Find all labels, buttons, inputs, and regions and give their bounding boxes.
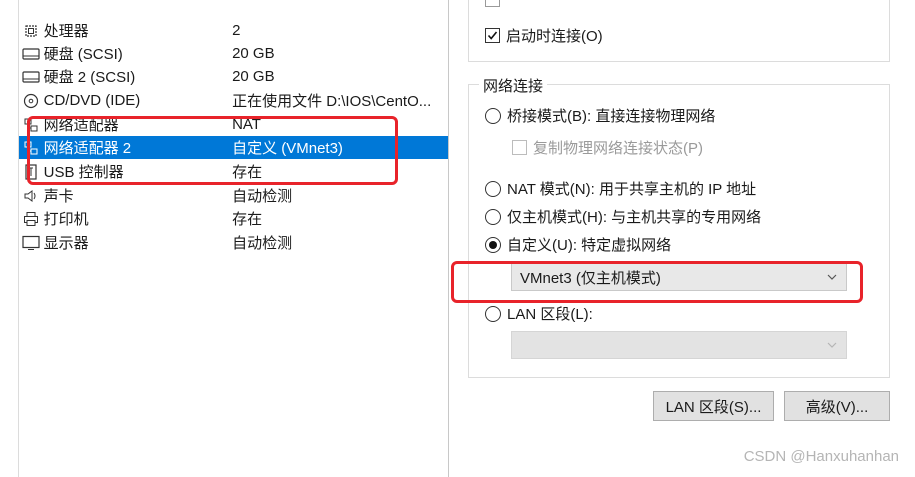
device-summary: 自动检测 — [232, 235, 293, 252]
device-row-display[interactable]: 显示器 自动检测 — [19, 231, 448, 254]
device-list-panel: 处理器 2 硬盘 (SCSI) 20 GB 硬盘 2 (SCSI) 20 GB … — [0, 0, 449, 477]
device-name: 处理器 — [43, 23, 89, 40]
connect-at-power-on-label: 启动时连接(O) — [506, 28, 603, 45]
chevron-down-icon — [827, 342, 837, 348]
bridged-mode-radio[interactable] — [485, 107, 501, 124]
custom-network-option[interactable]: 自定义(U): 特定虚拟网络 — [485, 234, 671, 255]
connect-at-power-on-option[interactable]: 启动时连接(O) — [485, 25, 603, 46]
device-name: 网络适配器 2 — [43, 140, 132, 157]
device-row-cd-dvd[interactable]: CD/DVD (IDE) 正在使用文件 D:\IOS\CentO... — [19, 89, 448, 112]
nat-mode-radio[interactable] — [485, 180, 501, 197]
cpu-icon — [21, 22, 41, 40]
speaker-icon — [21, 187, 41, 205]
device-name: 声卡 — [43, 188, 74, 205]
device-name: 显示器 — [43, 235, 89, 252]
host-only-mode-label: 仅主机模式(H): 与主机共享的专用网络 — [507, 209, 762, 226]
settings-panel: 启动时连接(O) 网络连接 桥接模式(B): 直接连接物理网络 复制物理网络连接… — [450, 0, 915, 477]
device-summary: 自动检测 — [232, 188, 293, 205]
device-summary: 存在 — [232, 211, 263, 228]
lan-segment-label: LAN 区段(L): — [507, 306, 593, 323]
radio-selected-dot — [489, 240, 497, 249]
network-adapter-icon — [21, 139, 41, 157]
hard-disk-icon — [21, 45, 41, 63]
device-name: 硬盘 2 (SCSI) — [43, 69, 136, 86]
device-name: USB 控制器 — [43, 164, 124, 181]
lan-segments-button[interactable]: LAN 区段(S)... — [653, 391, 774, 421]
device-summary: 自定义 (VMnet3) — [232, 140, 343, 157]
chevron-down-icon — [827, 274, 837, 280]
device-row-printer[interactable]: 打印机 存在 — [19, 207, 448, 230]
device-summary: 20 GB — [232, 68, 275, 85]
host-only-mode-option[interactable]: 仅主机模式(H): 与主机共享的专用网络 — [485, 206, 761, 227]
replicate-state-option[interactable]: 复制物理网络连接状态(P) — [512, 137, 703, 158]
advanced-button[interactable]: 高级(V)... — [784, 391, 890, 421]
usb-icon — [21, 163, 41, 181]
connected-checkbox[interactable] — [485, 0, 500, 7]
device-row-hard-disk[interactable]: 硬盘 (SCSI) 20 GB — [19, 42, 448, 65]
checkmark-icon — [487, 31, 498, 40]
bridged-mode-option[interactable]: 桥接模式(B): 直接连接物理网络 — [485, 105, 715, 126]
device-summary: 2 — [232, 22, 241, 39]
device-row-sound-card[interactable]: 声卡 自动检测 — [19, 184, 448, 207]
cd-dvd-icon — [21, 92, 41, 110]
clipped-row — [19, 0, 448, 8]
device-row-network-adapter-2[interactable]: 网络适配器 2 自定义 (VMnet3) — [19, 136, 448, 159]
device-summary: 20 GB — [232, 45, 275, 62]
connect-at-power-on-checkbox[interactable] — [485, 28, 500, 43]
printer-icon — [21, 210, 41, 228]
device-name: 网络适配器 — [43, 117, 119, 134]
host-only-mode-radio[interactable] — [485, 208, 501, 225]
replicate-state-label: 复制物理网络连接状态(P) — [533, 140, 703, 157]
bridged-mode-label: 桥接模式(B): 直接连接物理网络 — [507, 108, 716, 125]
replicate-state-checkbox[interactable] — [512, 140, 527, 155]
network-connection-group: 网络连接 桥接模式(B): 直接连接物理网络 复制物理网络连接状态(P) NAT… — [468, 75, 890, 378]
device-row-hard-disk-2[interactable]: 硬盘 2 (SCSI) 20 GB — [19, 65, 448, 88]
network-adapter-icon — [21, 116, 41, 134]
custom-network-select-value: VMnet3 (仅主机模式) — [520, 269, 661, 287]
device-row-processor[interactable]: 处理器 2 — [19, 19, 448, 42]
device-name: 硬盘 (SCSI) — [43, 46, 123, 63]
network-connection-legend: 网络连接 — [479, 75, 548, 96]
device-summary: NAT — [232, 116, 261, 133]
lan-segment-select[interactable] — [511, 331, 847, 359]
monitor-icon — [21, 234, 41, 252]
device-summary: 正在使用文件 D:\IOS\CentO... — [232, 93, 432, 110]
device-name: 打印机 — [43, 211, 89, 228]
lan-segment-radio[interactable] — [485, 305, 501, 322]
device-status-group: 启动时连接(O) — [468, 0, 890, 62]
hard-disk-icon — [21, 68, 41, 86]
nat-mode-option[interactable]: NAT 模式(N): 用于共享主机的 IP 地址 — [485, 178, 756, 199]
device-row-usb-controller[interactable]: USB 控制器 存在 — [19, 160, 448, 183]
device-name: CD/DVD (IDE) — [43, 92, 141, 109]
custom-network-radio[interactable] — [485, 236, 501, 253]
device-summary: 存在 — [232, 164, 263, 181]
lan-segment-option[interactable]: LAN 区段(L): — [485, 303, 593, 324]
custom-network-select[interactable]: VMnet3 (仅主机模式) — [511, 263, 847, 291]
custom-network-label: 自定义(U): 特定虚拟网络 — [507, 237, 672, 254]
device-row-network-adapter[interactable]: 网络适配器 NAT — [19, 113, 448, 136]
watermark: CSDN @Hanxuhanhan — [743, 448, 899, 465]
nat-mode-label: NAT 模式(N): 用于共享主机的 IP 地址 — [507, 181, 757, 198]
